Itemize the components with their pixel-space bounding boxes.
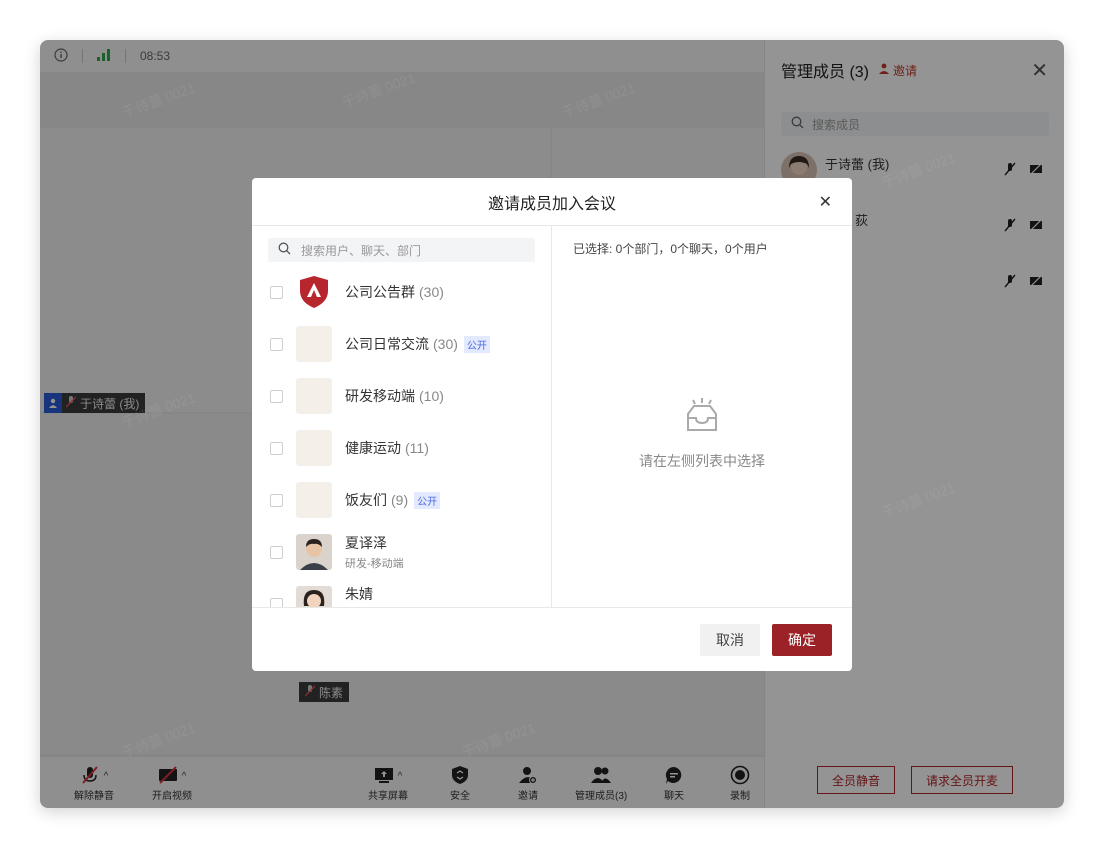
checkbox[interactable] <box>270 493 283 507</box>
invite-dialog-header: 邀请成员加入会议 ✕ <box>252 178 852 226</box>
checkbox[interactable] <box>270 441 283 455</box>
watermark: 于诗蕾 0021 <box>339 69 418 111</box>
watermark: 于诗蕾 0021 <box>119 79 198 121</box>
selected-panel: 已选择: 0个部门，0个聊天，0个用户 请在左侧列表中选择 <box>552 226 852 607</box>
item-name: 健康运动 <box>345 440 401 456</box>
close-icon[interactable]: ✕ <box>819 192 832 212</box>
selected-summary: 已选择: 0个部门，0个聊天，0个用户 <box>573 242 768 256</box>
list-item[interactable]: 公司公告群 (30) <box>270 272 540 312</box>
confirm-button[interactable]: 确定 <box>772 624 832 656</box>
empty-state: 请在左侧列表中选择 <box>552 396 852 471</box>
item-count: (30) <box>433 336 458 352</box>
list-item[interactable]: 公司日常交流 (30) 公开 <box>270 324 540 364</box>
watermark: 于诗蕾 0021 <box>879 149 958 191</box>
search-icon <box>278 242 291 258</box>
avatar <box>296 586 332 607</box>
list-item[interactable]: 健康运动 (11) <box>270 428 540 468</box>
item-name: 研发移动端 <box>345 388 415 404</box>
item-name: 夏译泽 <box>345 535 387 551</box>
meeting-window: 08:53 于诗蕾 (我) 陈素 ^ 解除静音 ^ 开启视频 ^ 共享屏幕 安全… <box>40 40 1064 808</box>
watermark: 于诗蕾 0021 <box>879 479 958 521</box>
item-name: 朱婧 <box>345 586 373 602</box>
item-count: (9) <box>391 492 409 508</box>
group-avatar <box>296 378 332 414</box>
item-name: 饭友们 <box>345 492 387 508</box>
avatar <box>296 534 332 570</box>
list-item[interactable]: 夏译泽 研发-移动端 <box>270 532 540 572</box>
group-avatar <box>296 326 332 362</box>
group-avatar <box>296 482 332 518</box>
public-badge: 公开 <box>463 335 490 353</box>
public-badge: 公开 <box>414 491 441 509</box>
invite-dialog: 邀请成员加入会议 ✕ 搜索用户、聊天、部门 公司公告群 (30) 公司日常交流 … <box>252 178 852 671</box>
empty-state-text: 请在左侧列表中选择 <box>639 453 765 469</box>
checkbox[interactable] <box>270 597 283 607</box>
invite-dialog-footer: 取消 确定 <box>252 607 852 671</box>
checkbox[interactable] <box>270 337 283 351</box>
watermark: 于诗蕾 0021 <box>459 719 538 761</box>
item-count: (11) <box>405 440 429 456</box>
watermark: 于诗蕾 0021 <box>119 719 198 761</box>
watermark: 于诗蕾 0021 <box>559 79 638 121</box>
candidate-search-input[interactable]: 搜索用户、聊天、部门 <box>268 238 535 262</box>
group-avatar <box>296 430 332 466</box>
inbox-icon <box>680 396 724 441</box>
checkbox[interactable] <box>270 285 283 299</box>
item-department: 研发-移动端 <box>345 558 404 570</box>
item-count: (10) <box>419 388 444 404</box>
cancel-button[interactable]: 取消 <box>700 624 760 656</box>
list-item[interactable]: 研发移动端 (10) <box>270 376 540 416</box>
shield-logo-icon <box>296 274 332 310</box>
watermark: 于诗蕾 0021 <box>119 389 198 431</box>
candidate-search-placeholder: 搜索用户、聊天、部门 <box>301 243 422 258</box>
list-item[interactable]: 朱婧 <box>270 584 540 607</box>
list-item[interactable]: 饭友们 (9) 公开 <box>270 480 540 520</box>
invite-dialog-title: 邀请成员加入会议 <box>487 195 616 213</box>
item-name: 公司日常交流 <box>345 336 429 352</box>
checkbox[interactable] <box>270 389 283 403</box>
candidate-list: 搜索用户、聊天、部门 公司公告群 (30) 公司日常交流 (30) 公开 研发移… <box>252 226 552 607</box>
checkbox[interactable] <box>270 545 283 559</box>
item-count: (30) <box>419 284 444 300</box>
item-name: 公司公告群 <box>345 284 415 300</box>
